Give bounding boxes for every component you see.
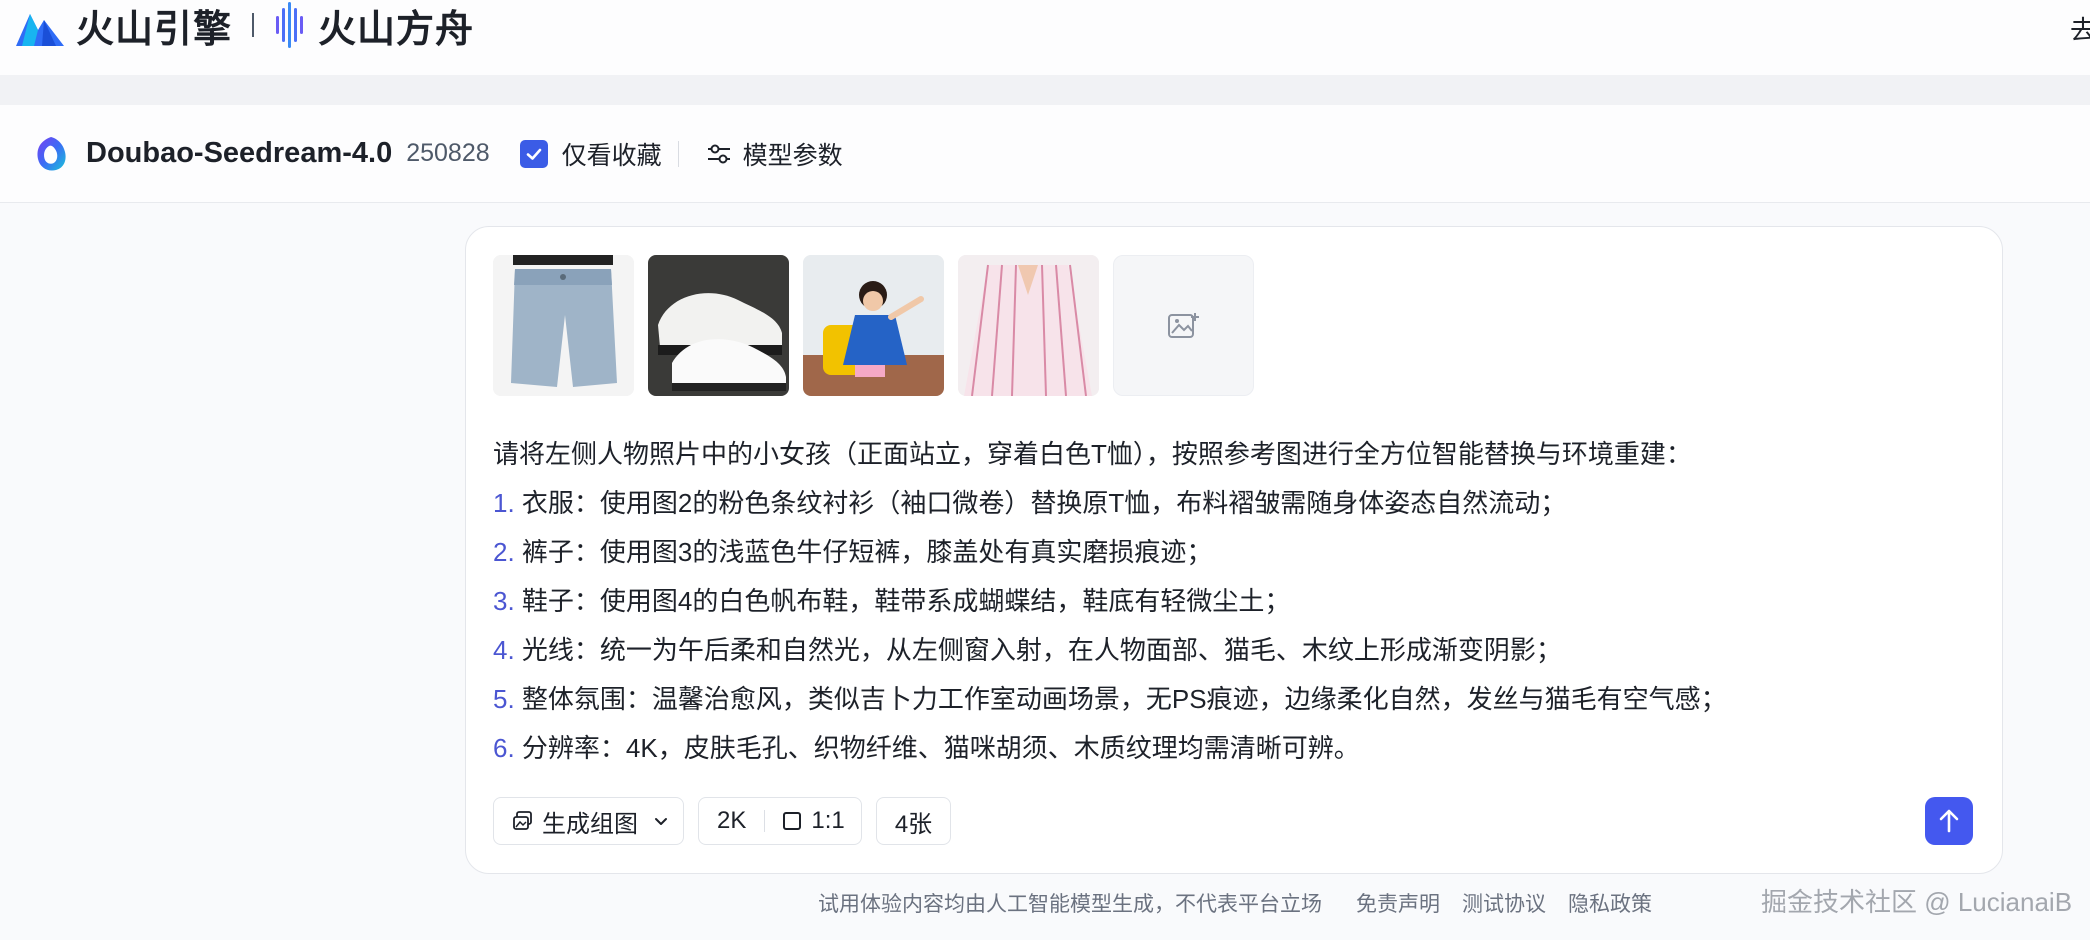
doubao-model-icon (37, 136, 66, 171)
model-bar-divider (677, 140, 679, 167)
footer: 试用体验内容均由人工智能模型生成，不代表平台立场 免责声明 测试协议 隐私政策 (818, 888, 1652, 918)
prompt-item-text: 裤子：使用图3的浅蓝色牛仔短裤，膝盖处有真实磨损痕迹； (521, 537, 1213, 567)
chevron-down-icon (655, 818, 667, 825)
aspect-ratio-icon (783, 812, 802, 830)
brand-primary-name: 火山引擎 (76, 8, 233, 51)
prompt-item-text: 分辨率：4K，皮肤毛孔、织物纤维、猫咪胡须、木质纹理均需清晰可辨。 (521, 733, 1360, 763)
brand-divider (252, 13, 255, 37)
prompt-intro: 请将左侧人物照片中的小女孩（正面站立，穿着白色T恤），按照参考图进行全方位智能替… (493, 439, 1692, 469)
checkmark-icon (526, 148, 541, 160)
favorites-only-label[interactable]: 仅看收藏 (562, 136, 662, 172)
image-group-icon (513, 811, 532, 830)
prompt-item-number: 3. (493, 586, 515, 616)
disclaimer-link[interactable]: 免责声明 (1356, 888, 1440, 918)
ark-logo-icon (276, 2, 304, 48)
pink-striped-shirt-image[interactable] (958, 255, 1099, 396)
volcengine-logo-icon (16, 14, 64, 46)
prompt-item-number: 2. (493, 537, 515, 567)
size-ratio-select[interactable]: 2K 1:1 (698, 797, 862, 845)
resolution-value: 2K (717, 807, 747, 834)
footer-links: 免责声明 测试协议 隐私政策 (1356, 888, 1652, 918)
model-params-button[interactable]: 模型参数 (743, 136, 843, 172)
brand-secondary-name: 火山方舟 (318, 8, 475, 51)
generate-mode-select[interactable]: 生成组图 (493, 797, 684, 845)
girl-photo-image[interactable] (803, 255, 944, 396)
send-button[interactable] (1925, 797, 1973, 845)
header-gap (0, 75, 2090, 105)
favorites-only-checkbox[interactable] (519, 139, 548, 168)
denim-shorts-image[interactable] (493, 255, 634, 396)
prompt-textarea[interactable]: 请将左侧人物照片中的小女孩（正面站立，穿着白色T恤），按照参考图进行全方位智能替… (493, 430, 1973, 773)
prompt-item-number: 5. (493, 684, 515, 714)
prompt-item: 1. 衣服：使用图2的粉色条纹衬衫（袖口微卷）替换原T恤，布料褶皱需随身体姿态自… (493, 479, 1973, 528)
footer-disclaimer: 试用体验内容均由人工智能模型生成，不代表平台立场 (818, 893, 1322, 916)
prompt-item-number: 4. (493, 635, 515, 665)
prompt-item-number: 1. (493, 488, 515, 518)
prompt-item: 2. 裤子：使用图3的浅蓝色牛仔短裤，膝盖处有真实磨损痕迹； (493, 528, 1973, 577)
add-image-icon (1167, 312, 1199, 338)
aspect-ratio-value: 1:1 (811, 807, 845, 834)
prompt-item-text: 衣服：使用图2的粉色条纹衬衫（袖口微卷）替换原T恤，布料褶皱需随身体姿态自然流动… (521, 488, 1567, 518)
top-header: 火山引擎 火山方舟 去 (0, 0, 2090, 75)
model-name[interactable]: Doubao-Seedream-4.0 (86, 137, 392, 170)
header-right-link[interactable]: 去 (2070, 10, 2090, 47)
privacy-policy-link[interactable]: 隐私政策 (1568, 888, 1652, 918)
prompt-item-text: 光线：统一为午后柔和自然光，从左侧窗入射，在人物面部、猫毛、木纹上形成渐变阴影； (521, 635, 1562, 665)
image-count-select[interactable]: 4张 (876, 797, 951, 845)
watermark: 掘金技术社区 @ LucianaiB (1761, 887, 2073, 917)
brand[interactable]: 火山引擎 火山方舟 (14, 0, 475, 51)
test-agreement-link[interactable]: 测试协议 (1462, 888, 1546, 918)
generation-controls: 生成组图 2K 1:1 4张 (493, 797, 951, 845)
white-sneakers-image[interactable] (648, 255, 789, 396)
arrow-up-icon (1939, 809, 1959, 833)
sliders-icon[interactable] (705, 140, 733, 168)
size-divider (764, 810, 766, 832)
prompt-card: 请将左侧人物照片中的小女孩（正面站立，穿着白色T恤），按照参考图进行全方位智能替… (465, 226, 2003, 874)
add-image-button[interactable] (1113, 255, 1254, 396)
model-version: 250828 (406, 139, 490, 167)
prompt-item: 5. 整体氛围：温馨治愈风，类似吉卜力工作室动画场景，无PS痕迹，边缘柔化自然，… (493, 675, 1973, 724)
generate-mode-label: 生成组图 (542, 810, 638, 838)
prompt-item: 3. 鞋子：使用图4的白色帆布鞋，鞋带系成蝴蝶结，鞋底有轻微尘土； (493, 577, 1973, 626)
reference-images (493, 255, 1254, 396)
prompt-item-text: 整体氛围：温馨治愈风，类似吉卜力工作室动画场景，无PS痕迹，边缘柔化自然，发丝与… (521, 684, 1727, 714)
image-count-value: 4张 (894, 810, 933, 838)
prompt-item: 6. 分辨率：4K，皮肤毛孔、织物纤维、猫咪胡须、木质纹理均需清晰可辨。 (493, 724, 1973, 773)
model-bar: Doubao-Seedream-4.0 250828 仅看收藏 模型参数 (0, 105, 2090, 203)
prompt-item: 4. 光线：统一为午后柔和自然光，从左侧窗入射，在人物面部、猫毛、木纹上形成渐变… (493, 626, 1973, 675)
prompt-item-text: 鞋子：使用图4的白色帆布鞋，鞋带系成蝴蝶结，鞋底有轻微尘土； (521, 586, 1291, 616)
prompt-item-number: 6. (493, 733, 515, 763)
